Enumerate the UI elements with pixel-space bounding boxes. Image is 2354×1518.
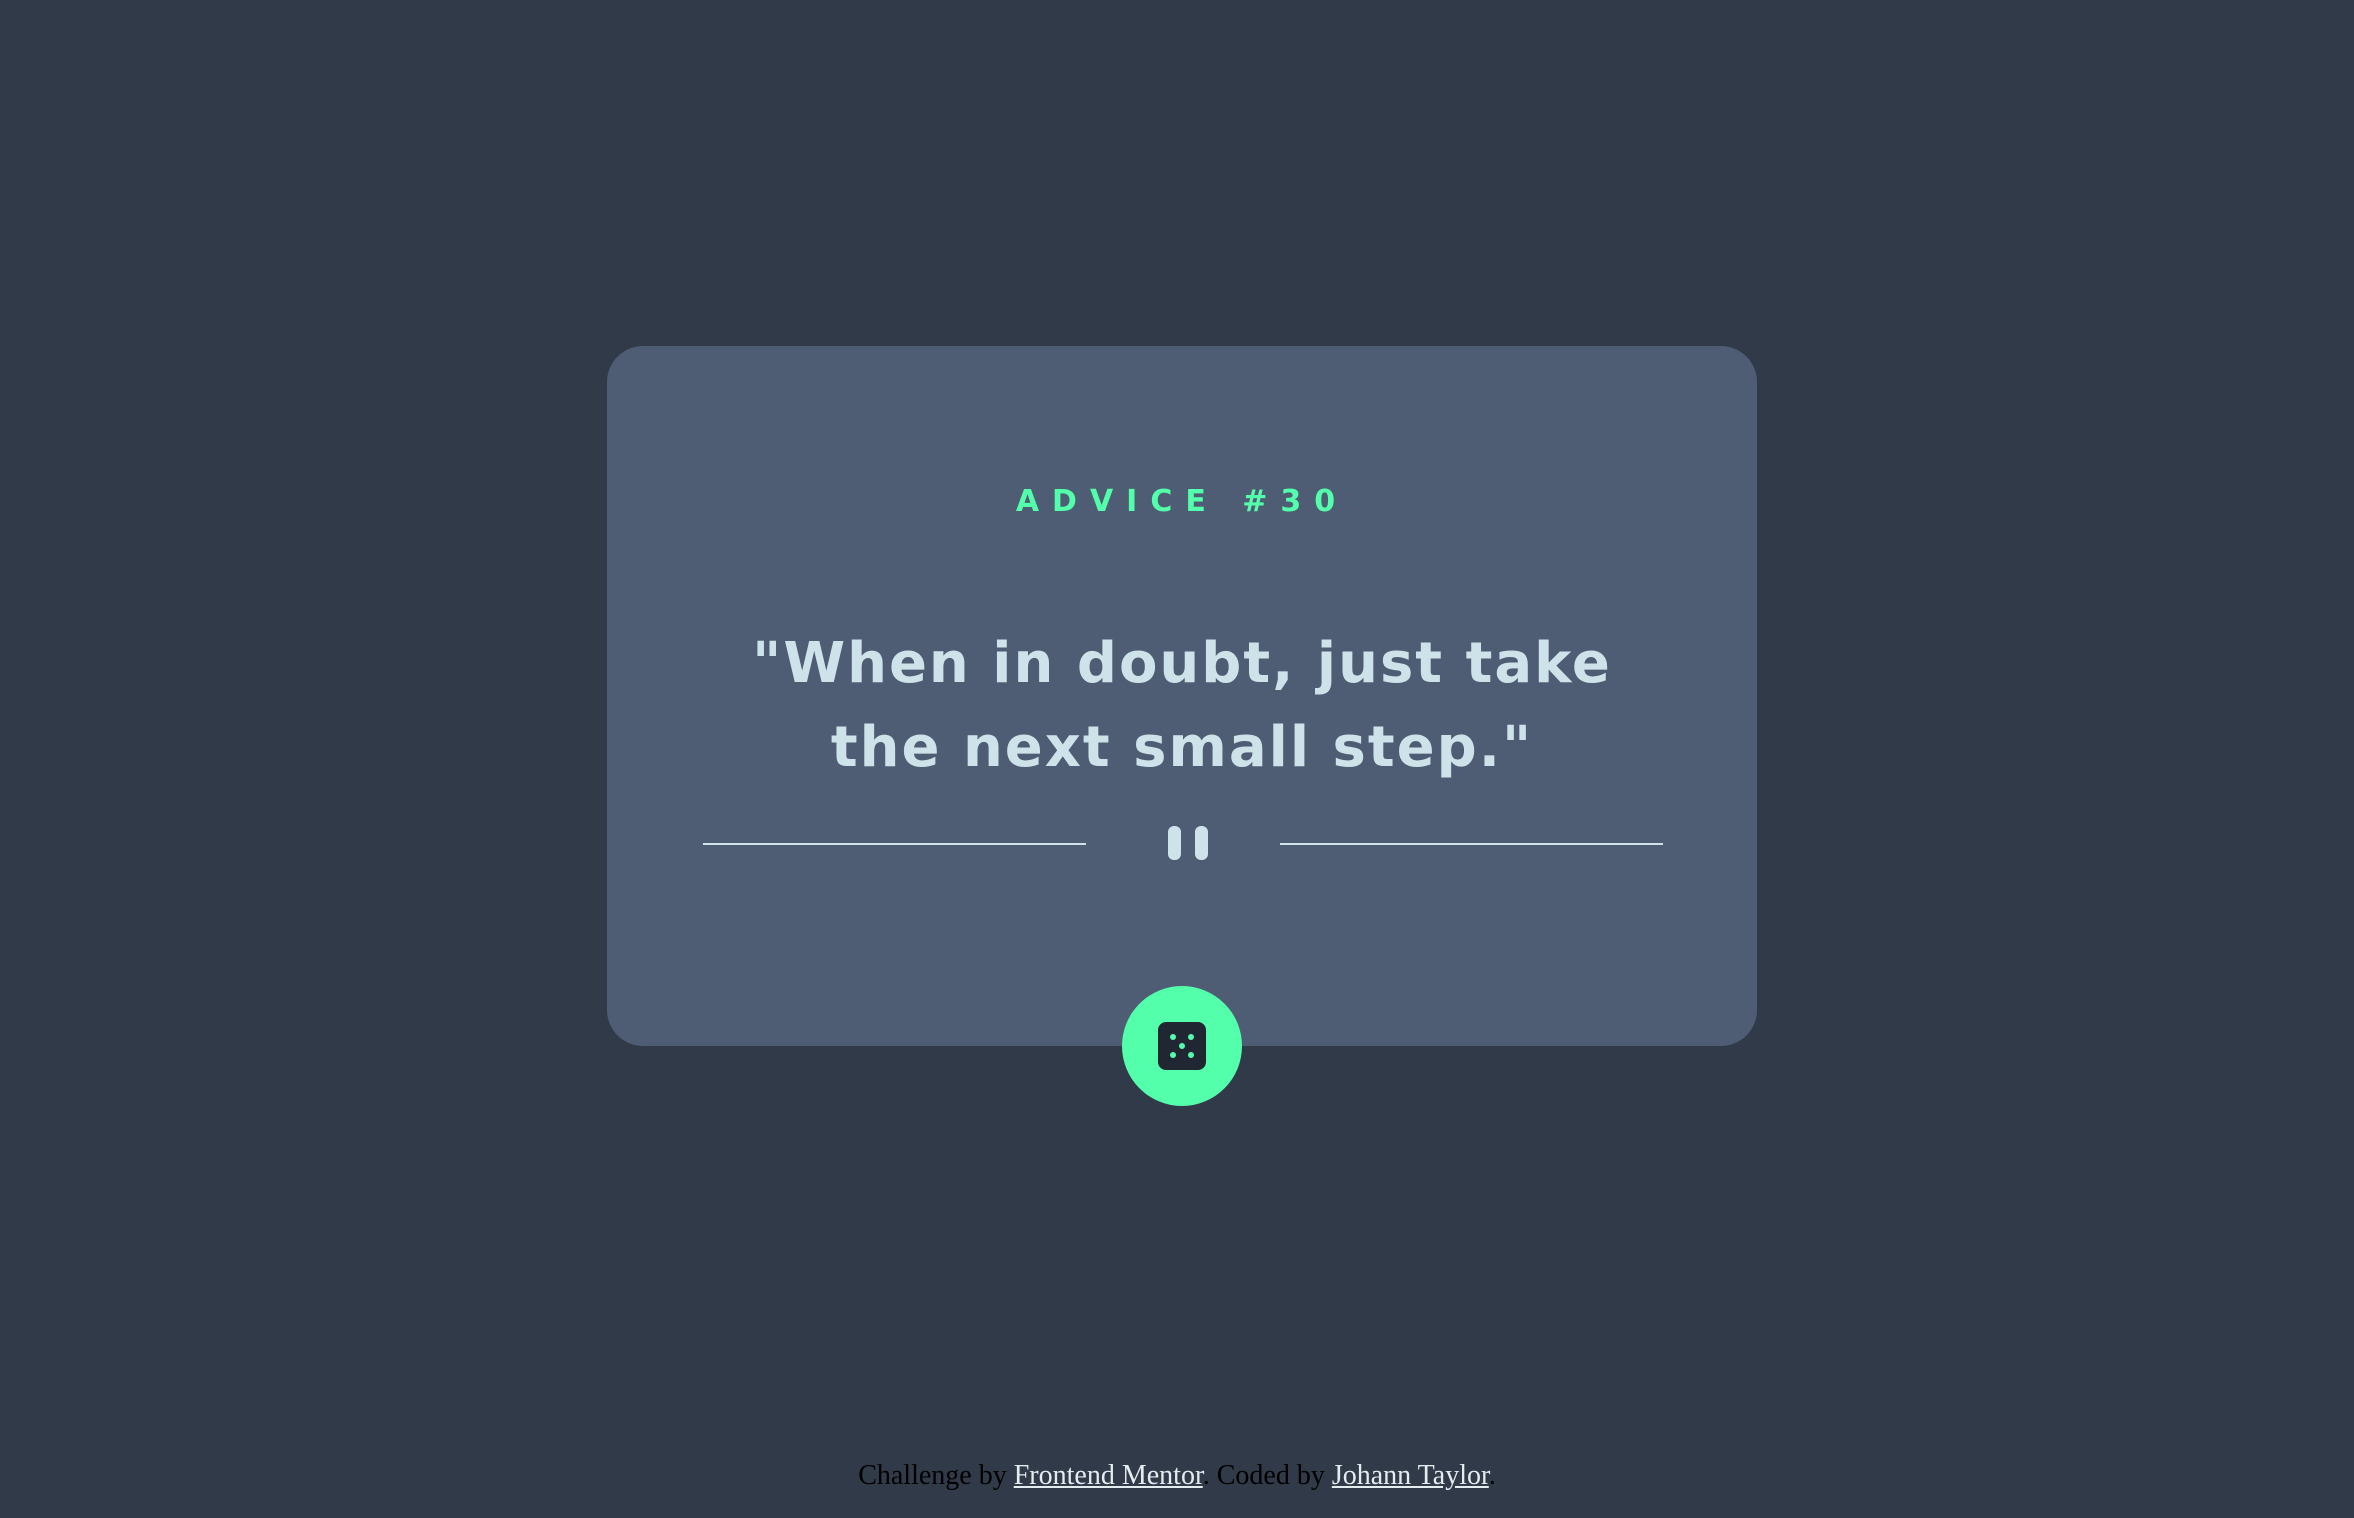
divider-line-left <box>703 843 1086 845</box>
pause-bar-left <box>1168 826 1181 860</box>
attribution-footer: Challenge by Frontend Mentor. Coded by J… <box>0 1460 2354 1492</box>
divider-line-right <box>1280 843 1663 845</box>
pause-quote-icon <box>1168 826 1208 862</box>
pause-bar-right <box>1195 826 1208 860</box>
dice-icon <box>1158 1022 1206 1070</box>
author-link[interactable]: Johann Taylor <box>1332 1460 1489 1491</box>
footer-prefix: Challenge by <box>858 1460 1014 1491</box>
advice-number: ADVICE #30 <box>1015 484 1349 520</box>
footer-suffix: . <box>1488 1460 1496 1491</box>
divider <box>703 824 1663 864</box>
advice-quote: "When in doubt, just take the next small… <box>752 631 1612 780</box>
footer-middle: . Coded by <box>1202 1460 1332 1491</box>
advice-card: ADVICE #30 "When in doubt, just take the… <box>607 346 1757 1046</box>
new-advice-button[interactable] <box>1122 986 1242 1106</box>
frontend-mentor-link[interactable]: Frontend Mentor <box>1014 1460 1203 1491</box>
